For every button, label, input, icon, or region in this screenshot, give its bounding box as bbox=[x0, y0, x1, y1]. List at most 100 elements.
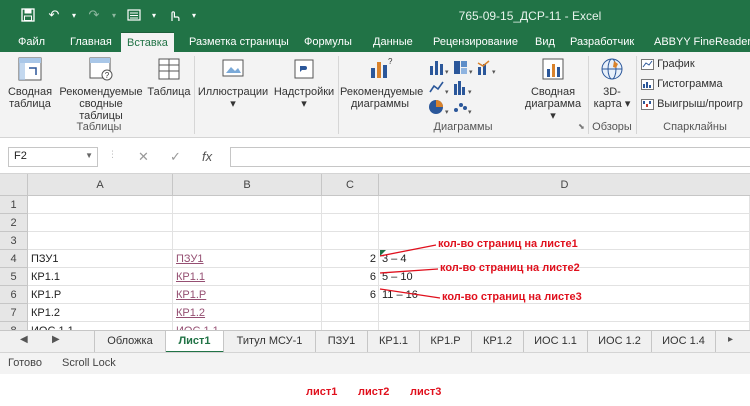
row-header[interactable]: 5 bbox=[0, 268, 28, 286]
name-box[interactable]: F2 ▼ bbox=[8, 147, 98, 167]
drag-handle-icon[interactable]: ⋮ bbox=[108, 149, 117, 160]
annotation-tab2: лист2 bbox=[358, 386, 390, 398]
column-header-a[interactable]: A bbox=[28, 174, 173, 196]
tab-abbyy[interactable]: ABBYY FineReader 1 bbox=[654, 32, 750, 52]
cell-a5[interactable]: КР1.1 bbox=[28, 268, 173, 286]
3d-map-button[interactable]: 3D- карта ▾ bbox=[590, 56, 634, 110]
title-bar: ↶ ▾ ↷ ▾ ▾ ▾ 765-09-15_ДСР-11 - Excel bbox=[0, 0, 750, 32]
3d-map-label-1: 3D- bbox=[603, 86, 621, 98]
cell-c3[interactable] bbox=[322, 232, 379, 250]
addins-button[interactable]: Надстройки ▾ bbox=[272, 56, 336, 110]
cell-b7[interactable]: КР1.2 bbox=[173, 304, 322, 322]
row-header[interactable]: 1 bbox=[0, 196, 28, 214]
cell-c5[interactable]: 6 bbox=[322, 268, 379, 286]
tab-data[interactable]: Данные bbox=[373, 32, 413, 52]
sheet-tab-ios12[interactable]: ИОС 1.2 bbox=[588, 331, 652, 353]
cell-c2[interactable] bbox=[322, 214, 379, 232]
cell-c7[interactable] bbox=[322, 304, 379, 322]
sparkline-column-button[interactable]: Гистограмма bbox=[641, 78, 723, 90]
formula-buttons: ⋮ ✕ ✓ fx bbox=[104, 147, 228, 167]
sheet-tab-kr1p[interactable]: КР1.Р bbox=[420, 331, 472, 353]
cell-a4[interactable]: ПЗУ1 bbox=[28, 250, 173, 268]
combo-chart-icon[interactable]: ▾ bbox=[476, 58, 498, 76]
tab-review[interactable]: Рецензирование bbox=[433, 32, 518, 52]
recommended-charts-button[interactable]: ? Рекомендуемые диаграммы bbox=[340, 56, 423, 110]
cell-d7[interactable] bbox=[379, 304, 750, 322]
scatter-chart-icon[interactable]: ▾ bbox=[452, 98, 474, 116]
cell-d2[interactable] bbox=[379, 214, 750, 232]
cell-a2[interactable] bbox=[28, 214, 173, 232]
annotation-tab3: лист3 bbox=[410, 386, 442, 398]
row-header[interactable]: 2 bbox=[0, 214, 28, 232]
tables-group-label: Таблицы bbox=[76, 121, 122, 133]
insert-function-icon[interactable]: fx bbox=[202, 149, 212, 164]
formula-input[interactable] bbox=[230, 147, 750, 167]
more-sheets-icon[interactable]: ▸ bbox=[728, 334, 733, 345]
cell-a6[interactable]: КР1.Р bbox=[28, 286, 173, 304]
row-header[interactable]: 7 bbox=[0, 304, 28, 322]
sheet-tab-ios11[interactable]: ИОС 1.1 bbox=[524, 331, 588, 353]
enter-icon[interactable]: ✓ bbox=[170, 149, 181, 165]
cell-b2[interactable] bbox=[173, 214, 322, 232]
tab-page-layout[interactable]: Разметка страницы bbox=[189, 32, 289, 52]
sparkline-line-button[interactable]: График bbox=[641, 58, 695, 70]
pivot-chart-button[interactable]: Сводная диаграмма ▾ bbox=[522, 56, 584, 122]
sheet-tab-pzu1[interactable]: ПЗУ1 bbox=[316, 331, 368, 353]
tab-home[interactable]: Главная bbox=[70, 32, 112, 52]
status-scroll-lock: Scroll Lock bbox=[62, 357, 116, 369]
statistic-chart-icon[interactable]: ▾ bbox=[452, 78, 474, 96]
tab-developer[interactable]: Разработчик bbox=[570, 32, 634, 52]
select-all-corner[interactable] bbox=[0, 174, 28, 196]
sheet-tab-cover[interactable]: Обложка bbox=[94, 331, 166, 353]
cell-b4[interactable]: ПЗУ1 bbox=[173, 250, 322, 268]
cell-a3[interactable] bbox=[28, 232, 173, 250]
name-box-dropdown-icon[interactable]: ▼ bbox=[85, 151, 93, 160]
cell-a1[interactable] bbox=[28, 196, 173, 214]
cancel-icon[interactable]: ✕ bbox=[138, 149, 149, 165]
column-header-c[interactable]: C bbox=[322, 174, 379, 196]
sparkline-line-icon bbox=[641, 58, 654, 70]
annotation-row6: кол-во страниц на листе3 bbox=[442, 291, 582, 303]
charts-dialog-launcher-icon[interactable]: ⬊ bbox=[578, 122, 585, 131]
sheet-tab-kr12[interactable]: КР1.2 bbox=[472, 331, 524, 353]
line-chart-icon[interactable]: ▾ bbox=[428, 78, 450, 96]
cell-c1[interactable] bbox=[322, 196, 379, 214]
sheet-tab-kr11[interactable]: КР1.1 bbox=[368, 331, 420, 353]
pie-chart-icon[interactable]: ▾ bbox=[428, 98, 450, 116]
sheet-tab-list1[interactable]: Лист1 bbox=[166, 331, 224, 353]
cell-c6[interactable]: 6 bbox=[322, 286, 379, 304]
sheet-tab-title-msu[interactable]: Титул МСУ-1 bbox=[224, 331, 316, 353]
tab-view[interactable]: Вид bbox=[535, 32, 555, 52]
column-header-d[interactable]: D bbox=[379, 174, 750, 196]
hierarchy-chart-icon[interactable]: ▾ bbox=[452, 58, 474, 76]
prev-sheet-icon[interactable]: ◀ bbox=[20, 334, 28, 345]
cell-a7[interactable]: КР1.2 bbox=[28, 304, 173, 322]
sparkline-winloss-button[interactable]: Выигрыш/проигр bbox=[641, 98, 743, 110]
table-button[interactable]: Таблица bbox=[146, 56, 192, 98]
cell-b6[interactable]: КР1.Р bbox=[173, 286, 322, 304]
cell-b5[interactable]: КР1.1 bbox=[173, 268, 322, 286]
tab-file[interactable]: Файл bbox=[18, 32, 45, 52]
next-sheet-icon[interactable]: ▶ bbox=[52, 334, 60, 345]
recommended-pivots-button[interactable]: ? Рекомендуемые сводные таблицы bbox=[56, 56, 146, 122]
cell-d1[interactable] bbox=[379, 196, 750, 214]
window-title: 765-09-15_ДСР-11 - Excel bbox=[458, 9, 602, 23]
column-header-b[interactable]: B bbox=[173, 174, 322, 196]
table-label: Таблица bbox=[147, 86, 191, 98]
column-chart-icon[interactable]: ▾ bbox=[428, 58, 450, 76]
row-header[interactable]: 3 bbox=[0, 232, 28, 250]
cell-c4[interactable]: 2 bbox=[322, 250, 379, 268]
row-header[interactable]: 6 bbox=[0, 286, 28, 304]
tab-insert[interactable]: Вставка bbox=[121, 32, 174, 52]
recommended-pivots-label-1: Рекомендуемые bbox=[59, 86, 143, 98]
tab-formulas[interactable]: Формулы bbox=[304, 32, 352, 52]
formula-bar: F2 ▼ ⋮ ✕ ✓ fx bbox=[0, 138, 750, 174]
svg-text:▾: ▾ bbox=[445, 89, 449, 96]
cell-b3[interactable] bbox=[173, 232, 322, 250]
sheet-tab-ios14[interactable]: ИОС 1.4 bbox=[652, 331, 716, 353]
cell-b1[interactable] bbox=[173, 196, 322, 214]
illustrations-button[interactable]: Иллюстрации ▾ bbox=[197, 56, 269, 110]
pivot-table-button[interactable]: Сводная таблица bbox=[6, 56, 54, 110]
row-header[interactable]: 4 bbox=[0, 250, 28, 268]
recommended-charts-label-2: диаграммы bbox=[351, 98, 409, 110]
